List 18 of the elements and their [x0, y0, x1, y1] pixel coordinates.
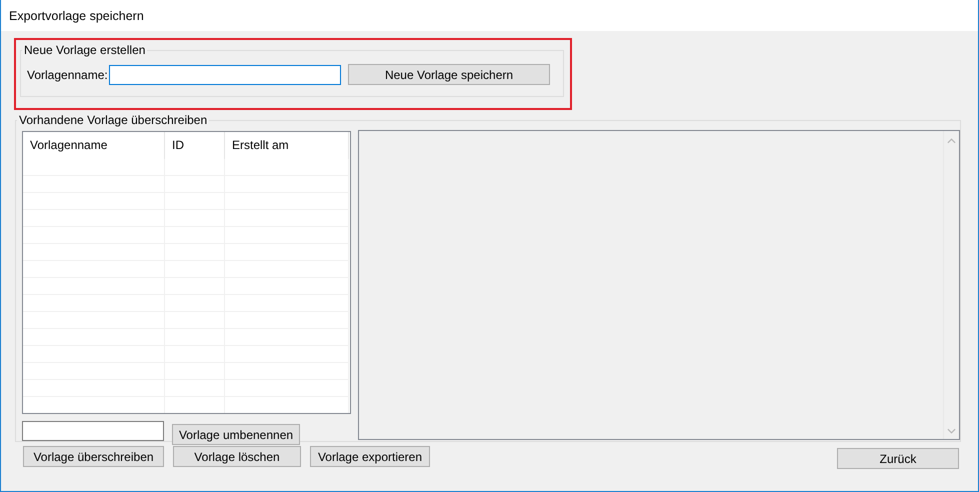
scroll-down-icon[interactable]	[947, 428, 956, 434]
group-title: Neue Vorlage erstellen	[23, 43, 146, 57]
scroll-up-icon[interactable]	[947, 138, 956, 144]
column-header[interactable]: ID	[165, 132, 225, 159]
action-button[interactable]: Vorlage überschreiben	[23, 446, 164, 467]
rename-input[interactable]	[22, 421, 164, 441]
save-button[interactable]: Neue Vorlage speichern	[348, 64, 550, 85]
group-title: Vorhandene Vorlage überschreiben	[18, 113, 208, 127]
column-header[interactable]: Erstellt am	[225, 132, 349, 159]
name-input[interactable]	[109, 64, 341, 84]
column-header[interactable]: Vorlagenname	[23, 132, 165, 159]
window-title: Exportvorlage speichern	[9, 8, 144, 22]
action-button[interactable]: Vorlage exportieren	[310, 446, 430, 467]
back-button[interactable]: Zurück	[837, 448, 959, 469]
rename-button[interactable]: Vorlage umbenennen	[172, 424, 300, 445]
field-label: Vorlagenname:	[27, 68, 109, 82]
table-cell	[165, 159, 225, 176]
action-button[interactable]: Vorlage löschen	[173, 446, 301, 467]
